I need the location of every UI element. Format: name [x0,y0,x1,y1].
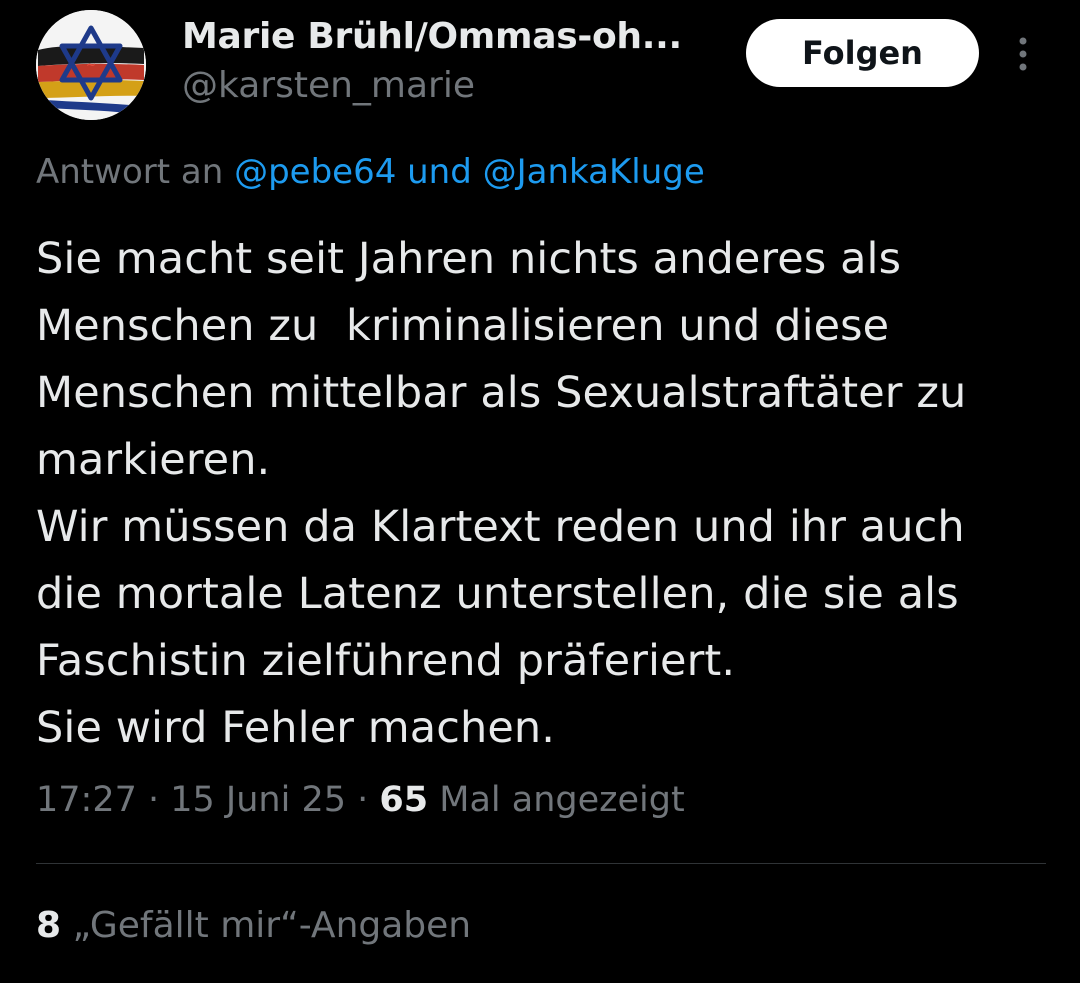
follow-button[interactable]: Folgen [746,19,979,87]
views-count: 65 [379,780,429,820]
star-of-david-flag-avatar-icon: ~ [36,10,146,120]
tweet-time[interactable]: 17:27 [36,780,137,820]
author-display-name[interactable]: Marie Brühl/Ommas-oh... [182,16,682,57]
more-vertical-icon[interactable] [1008,34,1038,74]
svg-text:~: ~ [86,58,96,72]
tweet-text: Sie macht seit Jahren nichts anderes als… [36,234,967,753]
tweet-date[interactable]: 15 Juni 25 [170,780,346,820]
author-handle[interactable]: @karsten_marie [182,65,475,106]
likes-link[interactable]: 8 „Gefällt mir“-Angaben [36,905,471,946]
meta-separator: · [136,780,171,820]
views-label: Mal angezeigt [428,780,685,820]
divider [36,863,1046,864]
likes-count: 8 [36,905,62,946]
meta-separator: · [346,780,380,820]
reply-context: Antwort an @pebe64 und @JankaKluge [36,152,705,192]
avatar[interactable]: ~ [36,10,146,120]
likes-label: „Gefällt mir“-Angaben [61,905,472,946]
tweet-meta: 17:27 · 15 Juni 25 · 65 Mal angezeigt [36,780,685,820]
reply-users-link[interactable]: @pebe64 und @JankaKluge [234,152,705,192]
reply-prefix: Antwort an [36,152,235,192]
